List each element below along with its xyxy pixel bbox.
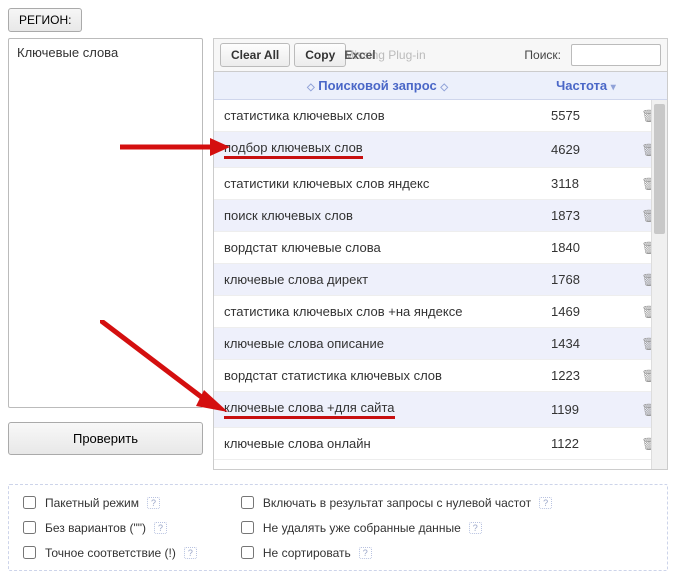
scroll-thumb[interactable]	[654, 104, 665, 234]
frequency-cell: 1469	[541, 296, 631, 328]
frequency-cell: 1199	[541, 392, 631, 428]
checkbox-input[interactable]	[241, 546, 254, 559]
query-cell: статистика ключевых слов +на яндексе	[214, 296, 541, 328]
query-cell: подбор ключевых слов	[214, 132, 541, 168]
option-checkbox[interactable]: Не сортировать?	[237, 543, 552, 562]
scrollbar[interactable]	[651, 100, 667, 469]
search-input[interactable]	[571, 44, 661, 66]
results-table: ◇ Поисковой запрос ◇ Частота ▾ статистик…	[213, 72, 668, 470]
option-checkbox[interactable]: Не удалять уже собранные данные?	[237, 518, 552, 537]
query-cell: вордстат ключевые слова	[214, 232, 541, 264]
option-checkbox[interactable]: Точное соответствие (!)?	[19, 543, 197, 562]
clear-all-button[interactable]: Clear All	[220, 43, 290, 67]
checkbox-input[interactable]	[23, 546, 36, 559]
toolbar: Clear All Copy Excel Missing Plug-in Пои…	[213, 38, 668, 72]
table-row: вордстат ключевые слова1840🗑	[214, 232, 667, 264]
frequency-cell: 1223	[541, 360, 631, 392]
frequency-cell: 1873	[541, 200, 631, 232]
help-icon[interactable]: ?	[154, 522, 167, 534]
frequency-cell: 4629	[541, 132, 631, 168]
query-cell: ключевые слова +для сайта	[214, 392, 541, 428]
search-label: Поиск:	[524, 48, 567, 62]
table-row: статистики ключевых слов яндекс3118🗑	[214, 168, 667, 200]
option-label: Не сортировать	[263, 546, 351, 560]
help-icon[interactable]: ?	[469, 522, 482, 534]
option-label: Пакетный режим	[45, 496, 139, 510]
region-button[interactable]: РЕГИОН:	[8, 8, 82, 32]
table-row: статистика ключевых слов5575🗑	[214, 100, 667, 132]
check-button[interactable]: Проверить	[8, 422, 203, 455]
table-row: вордстат статистика ключевых слов1223🗑	[214, 360, 667, 392]
table-row: ключевые слова онлайн1122🗑	[214, 428, 667, 460]
query-cell: поиск ключевых слов	[214, 200, 541, 232]
table-row: ключевые слова описание1434🗑	[214, 328, 667, 360]
frequency-cell: 1840	[541, 232, 631, 264]
help-icon[interactable]: ?	[539, 497, 552, 509]
column-header-query[interactable]: ◇ Поисковой запрос ◇	[214, 72, 541, 100]
option-checkbox[interactable]: Без вариантов ("")?	[19, 518, 197, 537]
query-cell: ключевые слова онлайн	[214, 428, 541, 460]
query-cell: статистики ключевых слов яндекс	[214, 168, 541, 200]
table-row: ключевые слова директ1768🗑	[214, 264, 667, 296]
options-panel: Пакетный режим?Без вариантов ("")?Точное…	[8, 484, 668, 571]
checkbox-input[interactable]	[23, 496, 36, 509]
copy-button[interactable]: Copy	[294, 43, 346, 67]
query-cell: ключевые слова описание	[214, 328, 541, 360]
table-row: поиск ключевых слов1873🗑	[214, 200, 667, 232]
table-row: подбор ключевых слов4629🗑	[214, 132, 667, 168]
frequency-cell: 3118	[541, 168, 631, 200]
checkbox-input[interactable]	[241, 496, 254, 509]
checkbox-input[interactable]	[241, 521, 254, 534]
keywords-textarea[interactable]: Ключевые слова	[8, 38, 203, 408]
checkbox-input[interactable]	[23, 521, 36, 534]
table-row: статистика ключевых слов +на яндексе1469…	[214, 296, 667, 328]
column-header-actions	[631, 72, 667, 100]
query-cell: ключевые слова директ	[214, 264, 541, 296]
option-checkbox[interactable]: Пакетный режим?	[19, 493, 197, 512]
query-cell: вордстат статистика ключевых слов	[214, 360, 541, 392]
frequency-cell: 5575	[541, 100, 631, 132]
option-label: Точное соответствие (!)	[45, 546, 176, 560]
missing-plugin-text: Excel Missing Plug-in	[344, 48, 425, 62]
column-header-frequency[interactable]: Частота ▾	[541, 72, 631, 100]
option-label: Не удалять уже собранные данные	[263, 521, 461, 535]
frequency-cell: 1768	[541, 264, 631, 296]
help-icon[interactable]: ?	[184, 547, 197, 559]
option-label: Без вариантов ("")	[45, 521, 146, 535]
option-label: Включать в результат запросы с нулевой ч…	[263, 496, 531, 510]
frequency-cell: 1434	[541, 328, 631, 360]
query-cell: статистика ключевых слов	[214, 100, 541, 132]
help-icon[interactable]: ?	[147, 497, 160, 509]
table-row: ключевые слова +для сайта1199🗑	[214, 392, 667, 428]
frequency-cell: 1122	[541, 428, 631, 460]
help-icon[interactable]: ?	[359, 547, 372, 559]
option-checkbox[interactable]: Включать в результат запросы с нулевой ч…	[237, 493, 552, 512]
